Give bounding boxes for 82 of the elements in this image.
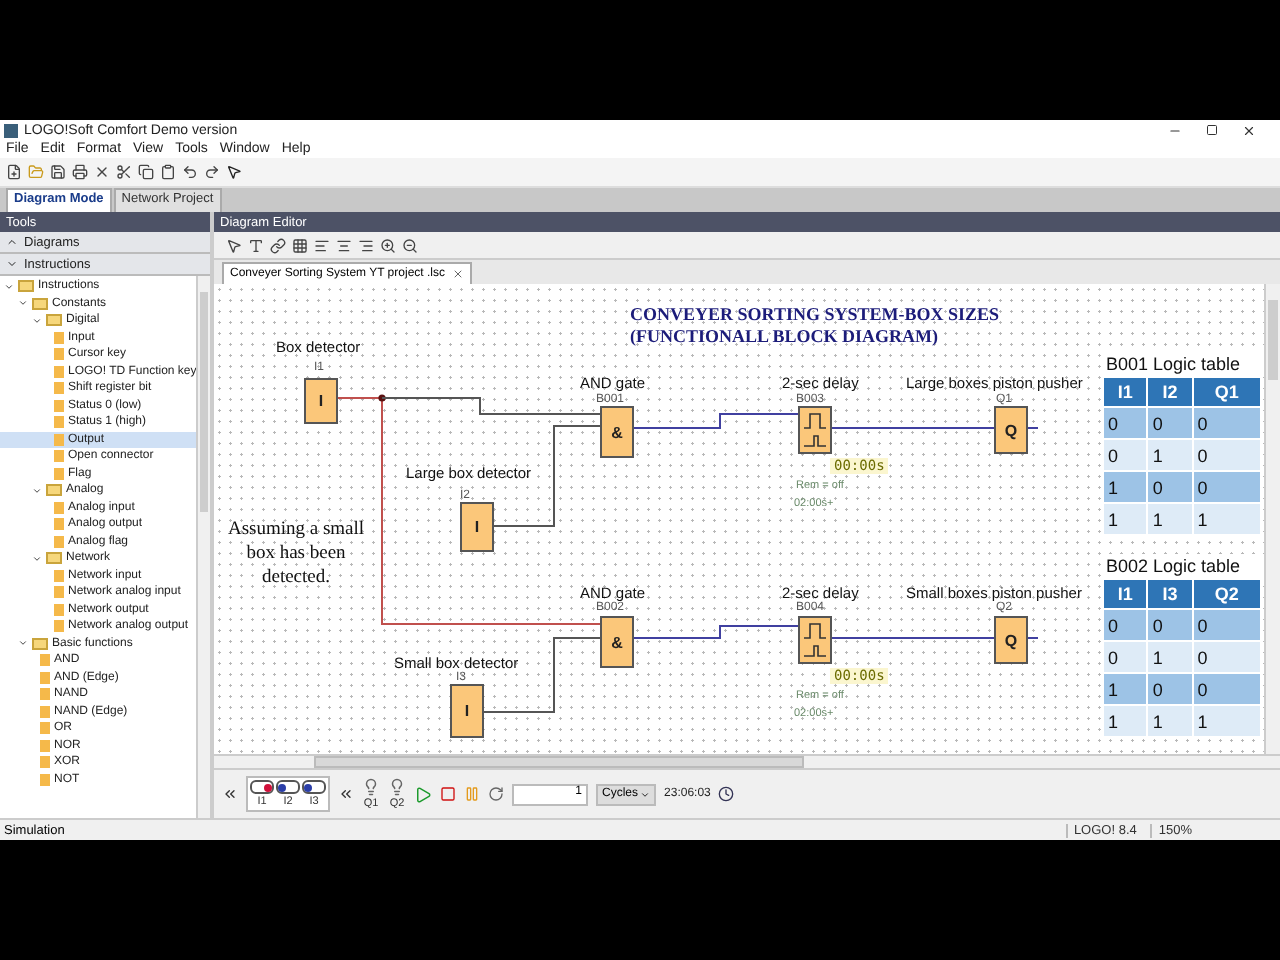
table-cell: 1 [1103, 503, 1148, 535]
input-switch[interactable] [276, 780, 300, 794]
zoom-out-icon[interactable] [402, 237, 418, 253]
table-cell: 0 [1192, 609, 1261, 641]
table-cell: 1 [1103, 471, 1148, 503]
repeat-icon[interactable] [488, 786, 504, 802]
table-header: I1 [1103, 377, 1148, 407]
pointer-icon[interactable] [226, 237, 242, 253]
collapse-icon [6, 236, 18, 248]
table-cell: 0 [1192, 471, 1261, 503]
expand-icon[interactable] [32, 485, 42, 496]
pointer-icon[interactable] [226, 164, 242, 180]
table-header: I3 [1147, 579, 1193, 609]
new-file-icon[interactable] [6, 164, 22, 180]
table-header: I1 [1103, 579, 1148, 609]
cut-icon[interactable] [116, 164, 132, 180]
table-cell: 0 [1103, 407, 1148, 439]
redo-icon[interactable] [204, 164, 220, 180]
input-switch[interactable] [302, 780, 326, 794]
scrollbar[interactable] [196, 276, 210, 818]
paste-icon[interactable] [160, 164, 176, 180]
input-switch[interactable] [250, 780, 274, 794]
input-block[interactable]: I [450, 684, 484, 738]
input-block[interactable]: I [460, 502, 494, 552]
diagram-title: CONVEYER SORTING SYSTEM-BOX SIZES (FUNCTIONALL BLOCK DIAGRAM) [630, 304, 1001, 346]
stop-icon[interactable] [440, 786, 456, 802]
table-cell: 0 [1192, 407, 1261, 439]
print-icon[interactable] [72, 164, 88, 180]
bulb-icon[interactable] [362, 778, 380, 796]
table-cell: 0 [1103, 439, 1148, 471]
table-cell: 0 [1103, 609, 1148, 641]
expand-icon[interactable] [32, 553, 42, 564]
maximize-icon[interactable] [1206, 123, 1218, 135]
expand-icon[interactable] [18, 638, 28, 649]
and-gate-block[interactable]: & [600, 406, 634, 458]
collapse-icon[interactable] [338, 786, 354, 802]
table-header: Q2 [1192, 579, 1261, 609]
timer-block[interactable] [798, 406, 832, 454]
output-block[interactable]: Q [994, 616, 1028, 664]
bulb-icon[interactable] [388, 778, 406, 796]
table-cell: 0 [1192, 673, 1261, 705]
folder-icon [46, 552, 62, 565]
pulse-icon [800, 408, 830, 452]
collapse-icon[interactable] [222, 786, 238, 802]
dropdown-icon [640, 789, 651, 799]
table-cell: 1 [1192, 705, 1261, 737]
table-cell: 1 [1103, 673, 1148, 705]
input-block[interactable]: I [304, 378, 338, 424]
annotation-text: Assuming a small box has been detected. [225, 518, 367, 590]
connect-icon[interactable] [270, 237, 286, 253]
close-icon[interactable] [451, 268, 463, 280]
table-cell: 0 [1192, 641, 1261, 673]
save-icon[interactable] [50, 164, 66, 180]
folder-icon [32, 637, 48, 650]
zoom-in-icon[interactable] [380, 237, 396, 253]
timer-block[interactable] [798, 616, 832, 664]
delete-icon[interactable] [94, 164, 110, 180]
folder-icon [46, 484, 62, 497]
grid-icon[interactable] [292, 237, 308, 253]
copy-icon[interactable] [138, 164, 154, 180]
scrollbar[interactable] [214, 754, 1280, 768]
pulse-icon [800, 618, 830, 662]
align-center-icon[interactable] [336, 237, 352, 253]
scrollbar[interactable] [1264, 284, 1280, 754]
table-title: B001 Logic table [1102, 352, 1264, 376]
align-left-icon[interactable] [314, 237, 330, 253]
clock-icon[interactable] [718, 786, 735, 802]
text-icon[interactable] [248, 237, 264, 253]
close-icon[interactable] [1242, 123, 1256, 137]
table-cell: 0 [1192, 439, 1261, 471]
undo-icon[interactable] [182, 164, 198, 180]
table-cell: 1 [1103, 705, 1148, 737]
play-icon[interactable] [414, 785, 432, 803]
table-header: I2 [1147, 377, 1193, 407]
table-cell: 1 [1192, 503, 1261, 535]
table-cell: 0 [1103, 641, 1148, 673]
and-gate-block[interactable]: & [600, 616, 634, 668]
app-icon [4, 123, 18, 137]
table-header: Q1 [1192, 377, 1261, 407]
table-title: B002 Logic table [1102, 554, 1264, 578]
output-block[interactable]: Q [994, 406, 1028, 454]
align-right-icon[interactable] [358, 237, 374, 253]
